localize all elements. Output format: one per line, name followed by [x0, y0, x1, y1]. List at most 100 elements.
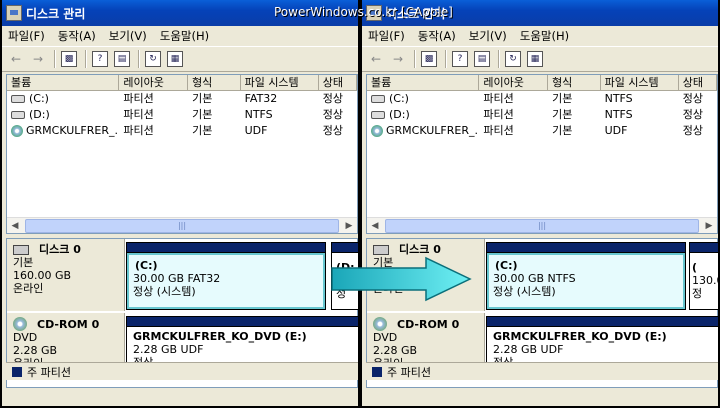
partition-bar: [127, 317, 358, 327]
forward-arrow-icon[interactable]: →: [390, 51, 406, 67]
hard-disk-icon: [13, 244, 29, 255]
column-volume[interactable]: 볼륨: [367, 75, 480, 90]
partition-d[interactable]: ( 130.0 정: [689, 242, 718, 310]
type-cell: 기본: [552, 108, 573, 121]
menu-help[interactable]: 도움말(H): [160, 28, 209, 44]
properties-icon[interactable]: ▤: [114, 51, 130, 67]
disk-size: 2.28 GB: [13, 344, 58, 357]
fs-cell: UDF: [244, 124, 268, 137]
toolbar: ← → ▩ ? ▤ ↻ ▦: [362, 46, 718, 72]
export-list-icon[interactable]: ▦: [167, 51, 183, 67]
fs-cell: NTFS: [244, 108, 273, 121]
partition-c[interactable]: (C:) 30.00 GB FAT32 정상 (시스템): [126, 242, 326, 310]
help-icon[interactable]: ?: [92, 51, 108, 67]
hard-disk-icon: [373, 244, 389, 255]
table-row[interactable]: (C:) 파티션 기본 FAT32 정상: [7, 91, 357, 107]
scrollbar-thumb[interactable]: |||: [25, 218, 339, 233]
menu-view[interactable]: 보기(V): [469, 28, 507, 44]
refresh-icon[interactable]: ↻: [145, 51, 161, 67]
partition-c[interactable]: (C:) 30.00 GB NTFS 정상 (시스템): [486, 242, 686, 310]
menu-view[interactable]: 보기(V): [109, 28, 147, 44]
scroll-right-icon[interactable]: ▶: [341, 218, 357, 234]
horizontal-scrollbar[interactable]: ◀ ||| ▶: [7, 217, 357, 233]
cd-rom-icon: [13, 317, 27, 331]
table-row[interactable]: (D:) 파티션 기본 NTFS 정상: [367, 107, 717, 123]
column-layout[interactable]: 레이아웃: [119, 75, 189, 90]
screenshot-frame: 디스크 관리 파일(F) 동작(A) 보기(V) 도움말(H) ← → ▩ ? …: [0, 0, 720, 408]
type-cell: 기본: [552, 124, 573, 137]
column-volume[interactable]: 볼륨: [7, 75, 120, 90]
menu-action[interactable]: 동작(A): [418, 28, 456, 44]
forward-arrow-icon[interactable]: →: [30, 51, 46, 67]
column-status[interactable]: 상태: [319, 75, 358, 90]
menu-help[interactable]: 도움말(H): [520, 28, 569, 44]
volume-name: (C:): [29, 92, 49, 105]
back-arrow-icon[interactable]: ←: [8, 51, 24, 67]
partition-label: (: [692, 261, 698, 274]
toolbar-separator: [85, 50, 86, 68]
partition-info: 30.00 GB FAT32: [133, 272, 221, 285]
column-status[interactable]: 상태: [679, 75, 718, 90]
fs-cell: FAT32: [244, 92, 278, 105]
partition-bar: [332, 243, 358, 253]
disk-kind: 기본: [13, 256, 34, 269]
legend-label: 주 파티션: [387, 365, 431, 379]
column-headers: 볼륨 레이아웃 형식 파일 시스템 상태: [7, 75, 358, 91]
table-row[interactable]: GRMCKULFRER_... 파티션 기본 UDF 정상: [7, 123, 357, 139]
legend: 주 파티션: [366, 362, 718, 380]
column-type[interactable]: 형식: [548, 75, 601, 90]
disk-0-label[interactable]: 디스크 0 기본 160.00 GB 온라인: [7, 239, 125, 311]
toolbar-separator: [445, 50, 446, 68]
primary-partition-swatch: [12, 366, 22, 377]
show-hide-console-tree-icon[interactable]: ▩: [61, 51, 77, 67]
show-hide-console-tree-icon[interactable]: ▩: [421, 51, 437, 67]
toolbar-separator: [138, 50, 139, 68]
disk-management-icon: [6, 5, 22, 21]
status-cell: 정상: [322, 124, 344, 137]
refresh-icon[interactable]: ↻: [505, 51, 521, 67]
horizontal-scrollbar[interactable]: ◀ ||| ▶: [367, 217, 717, 233]
table-row[interactable]: (C:) 파티션 기본 NTFS 정상: [367, 91, 717, 107]
cd-drive-icon: [371, 125, 383, 137]
partition-status: 정상 (시스템): [133, 285, 196, 298]
partition-label: GRMCKULFRER_KO_DVD (E:): [493, 330, 667, 343]
scroll-left-icon[interactable]: ◀: [7, 218, 23, 234]
partition-label: (C:): [135, 259, 158, 272]
help-icon[interactable]: ?: [452, 51, 468, 67]
toolbar-separator: [498, 50, 499, 68]
drive-icon: [11, 111, 25, 119]
volume-name: (D:): [29, 108, 50, 121]
column-file-system[interactable]: 파일 시스템: [601, 75, 679, 90]
menu-bar: 파일(F) 동작(A) 보기(V) 도움말(H): [2, 26, 358, 46]
layout-cell: 파티션: [483, 108, 514, 121]
menu-file[interactable]: 파일(F): [8, 28, 45, 44]
drive-icon: [11, 95, 25, 103]
column-layout[interactable]: 레이아웃: [479, 75, 549, 90]
status-cell: 정상: [682, 92, 704, 105]
layout-cell: 파티션: [123, 92, 154, 105]
fs-cell: NTFS: [604, 108, 633, 121]
disk-name: 디스크 0: [39, 243, 81, 256]
disk-name: CD-ROM 0: [37, 317, 100, 331]
layout-cell: 파티션: [123, 124, 154, 137]
partition-info: 2.28 GB UDF: [493, 343, 564, 356]
back-arrow-icon[interactable]: ←: [368, 51, 384, 67]
type-cell: 기본: [192, 108, 213, 121]
status-cell: 정상: [322, 108, 344, 121]
scrollbar-thumb[interactable]: |||: [385, 218, 699, 233]
partition-label: (C:): [495, 259, 518, 272]
disk-kind: DVD: [13, 331, 38, 344]
partition-bar: [487, 243, 685, 253]
properties-icon[interactable]: ▤: [474, 51, 490, 67]
table-row[interactable]: GRMCKULFRER_... 파티션 기본 UDF 정상: [367, 123, 717, 139]
fs-cell: NTFS: [604, 92, 633, 105]
menu-file[interactable]: 파일(F): [368, 28, 405, 44]
scroll-left-icon[interactable]: ◀: [367, 218, 383, 234]
menu-action[interactable]: 동작(A): [58, 28, 96, 44]
table-row[interactable]: (D:) 파티션 기본 NTFS 정상: [7, 107, 357, 123]
scroll-right-icon[interactable]: ▶: [701, 218, 717, 234]
column-file-system[interactable]: 파일 시스템: [241, 75, 319, 90]
volume-name: GRMCKULFRER_...: [386, 124, 480, 137]
export-list-icon[interactable]: ▦: [527, 51, 543, 67]
column-type[interactable]: 형식: [188, 75, 241, 90]
